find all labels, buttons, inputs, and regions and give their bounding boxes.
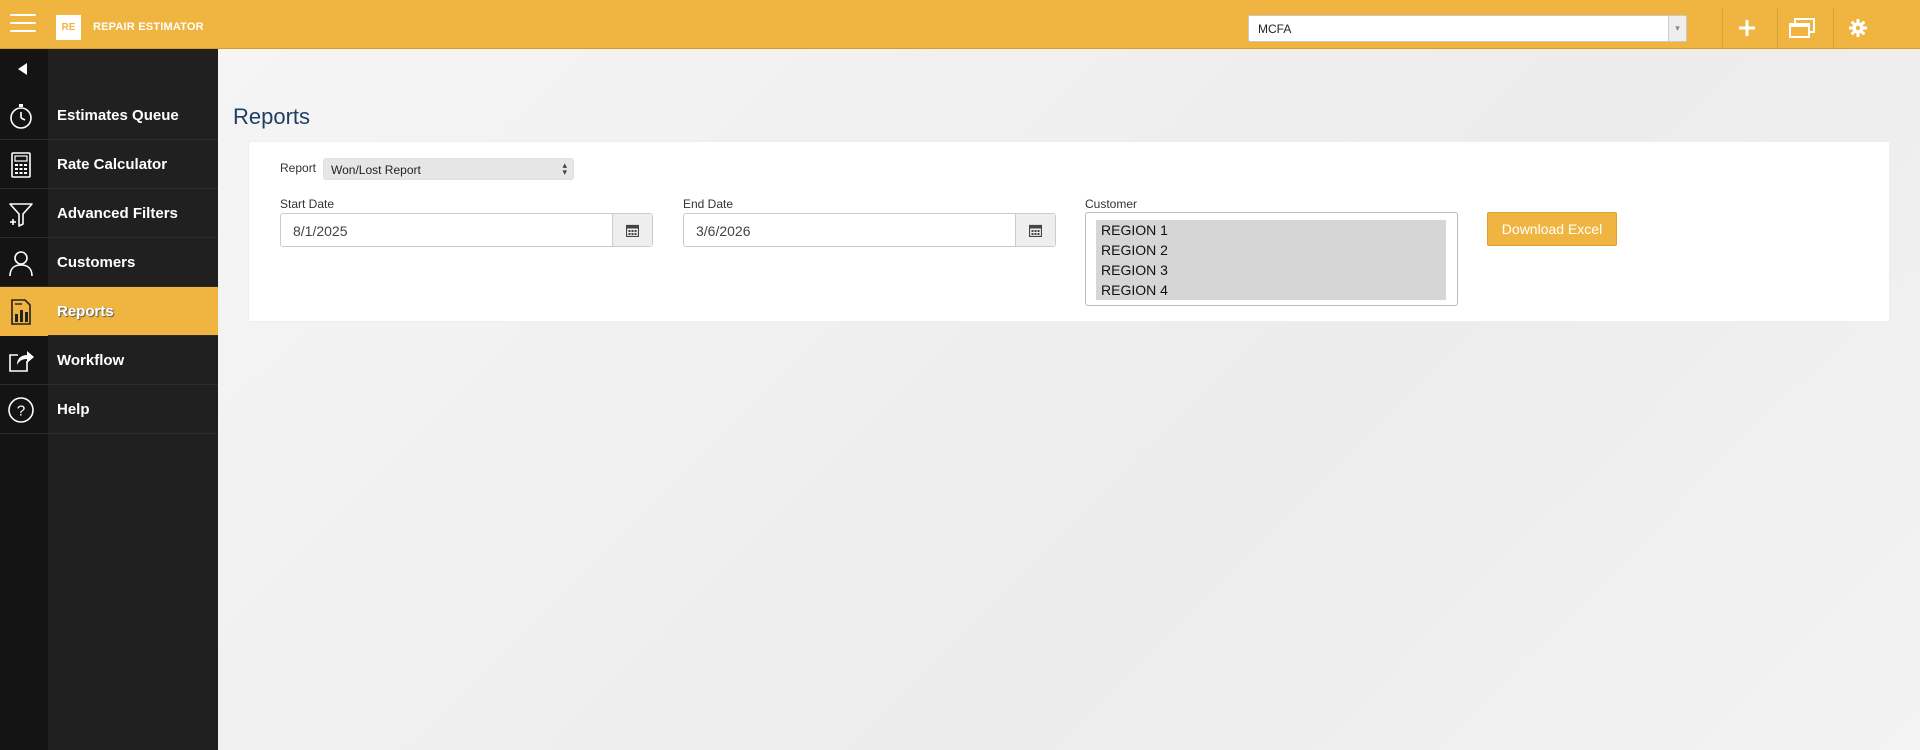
user-icon xyxy=(9,251,33,277)
organization-select[interactable]: MCFA ▾ xyxy=(1248,15,1687,42)
calculator-icon xyxy=(11,152,31,178)
customer-multiselect[interactable]: REGION 1 REGION 2 REGION 3 REGION 4 xyxy=(1085,212,1458,306)
sidebar-item-label: Rate Calculator xyxy=(57,156,168,173)
customer-option[interactable]: REGION 3 xyxy=(1096,260,1446,280)
report-label: Report xyxy=(280,161,317,175)
share-icon xyxy=(9,351,34,372)
divider xyxy=(1777,8,1778,48)
sidebar-item-label: Customers xyxy=(57,254,136,271)
end-date-field[interactable]: 3/6/2026 xyxy=(683,213,1056,247)
app-name: REPAIR ESTIMATOR xyxy=(93,21,204,33)
sidebar-item-workflow[interactable]: Workflow xyxy=(0,336,218,385)
customer-option[interactable]: REGION 2 xyxy=(1096,240,1446,260)
end-date-calendar-button[interactable] xyxy=(1015,214,1055,246)
report-filters-panel: Report Won/Lost Report ▴ ▾ Start Date 8/1… xyxy=(248,141,1890,322)
divider xyxy=(1722,8,1723,48)
sidebar-item-estimates-queue[interactable]: Estimates Queue xyxy=(0,91,218,140)
filter-icon xyxy=(9,203,33,227)
svg-text:?: ? xyxy=(17,403,25,420)
select-caret-icon: ▴ ▾ xyxy=(562,160,567,177)
add-button[interactable] xyxy=(1728,10,1766,46)
main-content: Reports Report Won/Lost Report ▴ ▾ Start … xyxy=(218,49,1920,750)
sidebar-item-label: Help xyxy=(57,401,90,418)
page-title: Reports xyxy=(233,104,311,129)
sidebar-item-advanced-filters[interactable]: Advanced Filters xyxy=(0,189,218,238)
sidebar-collapse-button[interactable] xyxy=(0,49,218,91)
sidebar: Estimates Queue Rate Calculator Advanced… xyxy=(0,49,218,750)
sidebar-item-rate-calculator[interactable]: Rate Calculator xyxy=(0,140,218,189)
sidebar-item-label: Reports xyxy=(57,303,114,320)
start-date-value: 8/1/2025 xyxy=(293,223,348,239)
gear-icon xyxy=(1849,19,1867,37)
organization-select-value: MCFA xyxy=(1258,22,1292,36)
top-bar: RE REPAIR ESTIMATOR MCFA ▾ xyxy=(0,0,1920,49)
plus-icon xyxy=(1739,20,1755,36)
help-icon: ? xyxy=(8,397,34,423)
sidebar-item-customers[interactable]: Customers xyxy=(0,238,218,287)
hamburger-menu-icon[interactable] xyxy=(10,14,36,34)
calendar-icon xyxy=(1029,224,1042,237)
end-date-label: End Date xyxy=(683,197,734,211)
end-date-value: 3/6/2026 xyxy=(696,223,751,239)
customer-option[interactable]: REGION 4 xyxy=(1096,280,1446,300)
windows-button[interactable] xyxy=(1783,10,1821,46)
download-excel-button[interactable]: Download Excel xyxy=(1487,212,1617,246)
sidebar-item-reports[interactable]: Reports xyxy=(0,287,218,336)
sidebar-item-label: Workflow xyxy=(57,352,125,369)
start-date-label: Start Date xyxy=(280,197,335,211)
start-date-calendar-button[interactable] xyxy=(612,214,652,246)
stopwatch-icon xyxy=(10,104,32,129)
chevron-down-icon[interactable]: ▾ xyxy=(1668,16,1686,41)
calendar-icon xyxy=(626,224,639,237)
collapse-arrow-icon xyxy=(18,63,27,75)
customer-option[interactable]: REGION 1 xyxy=(1096,220,1446,240)
windows-icon xyxy=(1789,18,1815,38)
sidebar-item-label: Estimates Queue xyxy=(57,107,179,124)
settings-button[interactable] xyxy=(1839,10,1877,46)
sidebar-item-label: Advanced Filters xyxy=(57,205,178,222)
start-date-field[interactable]: 8/1/2025 xyxy=(280,213,653,247)
report-icon xyxy=(11,299,31,325)
sidebar-item-help[interactable]: ? Help xyxy=(0,385,218,434)
report-type-select[interactable]: Won/Lost Report ▴ ▾ xyxy=(323,158,574,180)
customer-options-list: REGION 1 REGION 2 REGION 3 REGION 4 xyxy=(1096,220,1446,300)
customer-label: Customer xyxy=(1085,197,1138,211)
divider xyxy=(1833,8,1834,48)
report-type-value: Won/Lost Report xyxy=(331,163,421,177)
app-logo: RE xyxy=(56,15,81,40)
